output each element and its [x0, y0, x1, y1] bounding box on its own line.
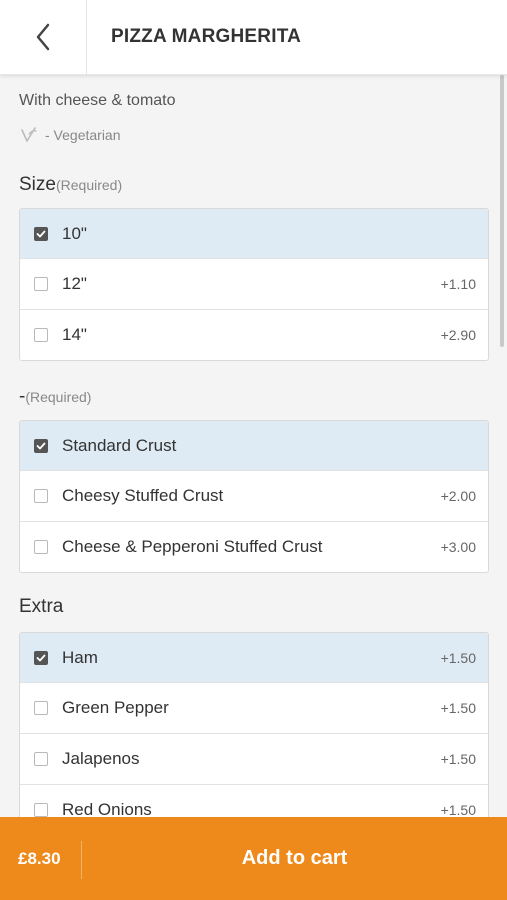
option-standard-crust[interactable]: Standard Crust	[20, 421, 488, 470]
options-scroll-area[interactable]: With cheese & tomato - Vegetarian Size(R…	[0, 75, 507, 817]
crust-options: Standard Crust Cheesy Stuffed Crust +2.0…	[19, 420, 489, 573]
option-jalapenos[interactable]: Jalapenos +1.50	[20, 733, 488, 784]
option-label: Cheese & Pepperoni Stuffed Crust	[62, 537, 323, 556]
checkbox[interactable]	[34, 650, 48, 665]
option-price: +1.50	[440, 700, 476, 716]
chevron-left-icon	[36, 23, 50, 51]
option-10-inch[interactable]: 10"	[20, 209, 488, 258]
order-total: £8.30	[18, 848, 61, 868]
section-title-extra: Extra	[19, 596, 63, 618]
option-price: +1.50	[440, 649, 476, 666]
option-price: +1.50	[440, 751, 476, 767]
option-label: Ham	[62, 647, 98, 667]
required-label: (Required)	[55, 177, 123, 193]
required-label: (Required)	[25, 389, 92, 405]
option-label: Cheesy Stuffed Crust	[62, 486, 224, 505]
option-price: +1.50	[440, 802, 476, 817]
section-title-crust: -(Required)	[19, 386, 91, 408]
option-label: Jalapenos	[62, 749, 140, 768]
vegetarian-v-icon	[21, 127, 37, 142]
option-cheesy-stuffed-crust[interactable]: Cheesy Stuffed Crust +2.00	[20, 470, 488, 521]
checkbox[interactable]	[34, 752, 48, 766]
section-name: Size	[19, 174, 56, 195]
option-label: 10"	[62, 223, 87, 243]
option-label: Red Onions	[62, 800, 152, 817]
checkbox[interactable]	[34, 226, 48, 241]
option-ham[interactable]: Ham +1.50	[20, 633, 488, 682]
option-label: Green Pepper	[62, 698, 169, 717]
checkmark-icon	[36, 654, 46, 661]
checkbox[interactable]	[34, 438, 48, 453]
option-14-inch[interactable]: 14" +2.90	[20, 309, 488, 360]
option-cheese-pepperoni-crust[interactable]: Cheese & Pepperoni Stuffed Crust +3.00	[20, 521, 488, 572]
option-label: 12"	[62, 274, 87, 293]
scrollbar[interactable]	[500, 75, 504, 347]
option-price: +1.10	[440, 276, 476, 292]
checkbox[interactable]	[34, 277, 48, 291]
section-name: Extra	[19, 596, 64, 617]
size-options: 10" 12" +1.10 14" +2.90	[19, 208, 489, 361]
app-header: PIZZA MARGHERITA	[0, 0, 507, 75]
option-price: +2.00	[440, 488, 476, 504]
checkmark-icon	[36, 230, 46, 237]
option-label: Standard Crust	[62, 435, 177, 455]
checkbox[interactable]	[34, 489, 48, 503]
checkbox[interactable]	[34, 803, 48, 817]
checkbox[interactable]	[34, 328, 48, 342]
section-title-size: Size(Required)	[19, 174, 122, 196]
option-red-onions[interactable]: Red Onions +1.50	[20, 784, 488, 817]
diet-label: - Vegetarian	[45, 127, 121, 143]
checkbox[interactable]	[34, 540, 48, 554]
option-12-inch[interactable]: 12" +1.10	[20, 258, 488, 309]
checkmark-icon	[36, 442, 46, 449]
item-description: With cheese & tomato	[19, 92, 176, 109]
option-label: 14"	[62, 325, 87, 344]
cart-footer: £8.30 Add to cart	[0, 817, 507, 900]
add-to-cart-button[interactable]: Add to cart	[82, 817, 507, 900]
option-green-pepper[interactable]: Green Pepper +1.50	[20, 682, 488, 733]
extra-options: Ham +1.50 Green Pepper +1.50 Jalapenos +…	[19, 632, 489, 817]
back-button[interactable]	[0, 0, 87, 74]
diet-info: - Vegetarian	[19, 126, 121, 144]
page-title: PIZZA MARGHERITA	[111, 26, 302, 47]
checkbox[interactable]	[34, 701, 48, 715]
option-price: +3.00	[440, 539, 476, 555]
option-price: +2.90	[440, 327, 476, 343]
